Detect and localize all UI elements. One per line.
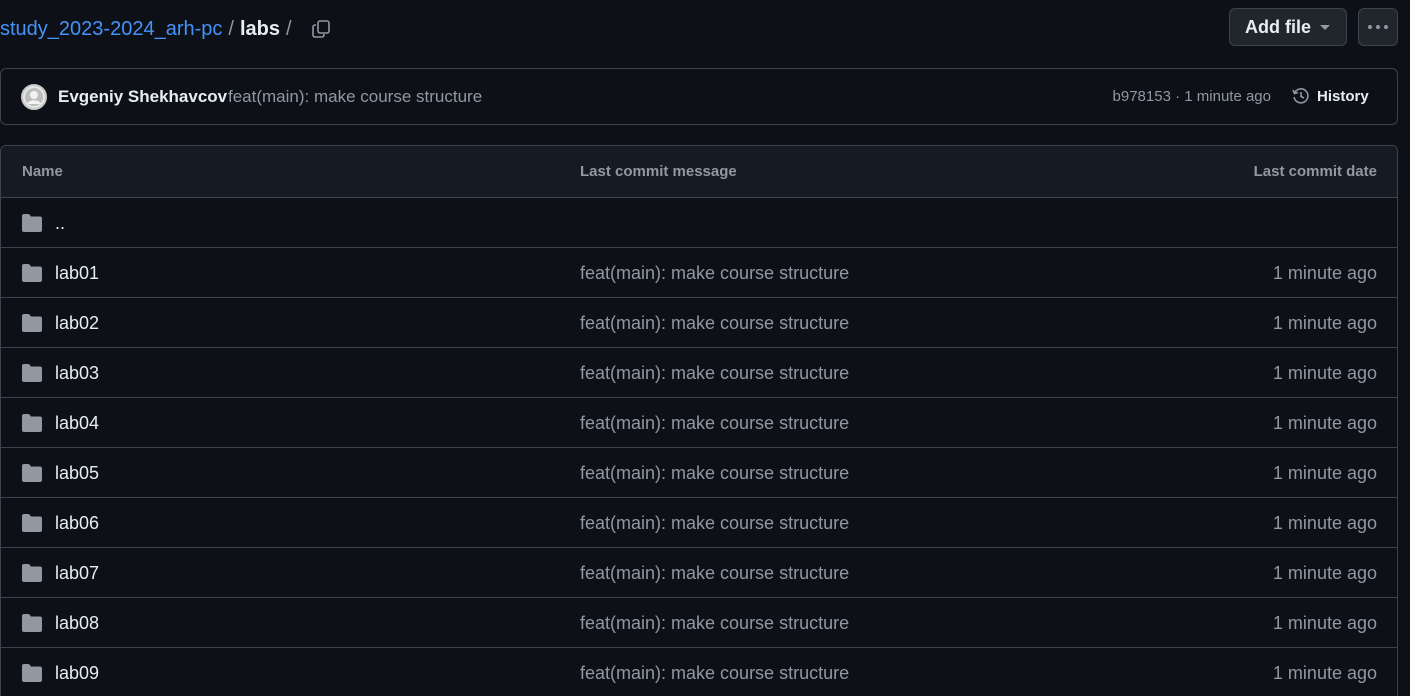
copy-icon [312, 20, 330, 38]
chevron-down-icon [1320, 25, 1330, 30]
commit-meta-dot: · [1175, 88, 1181, 105]
directory-header: study_2023-2024_arh-pc / labs / Add file [0, 6, 1398, 52]
folder-name-link[interactable]: lab08 [55, 611, 99, 635]
parent-directory-link[interactable]: .. [55, 211, 65, 235]
table-row[interactable]: lab04 feat(main): make course structure … [1, 398, 1397, 448]
repo-directory-page: study_2023-2024_arh-pc / labs / Add file [0, 0, 1410, 696]
folder-icon [22, 564, 42, 582]
table-row[interactable]: lab03 feat(main): make course structure … [1, 348, 1397, 398]
row-commit-message[interactable]: feat(main): make course structure [580, 311, 849, 335]
history-label: History [1317, 87, 1369, 105]
copy-path-button[interactable] [306, 14, 336, 44]
github-avatar-icon [25, 88, 43, 106]
row-commit-message[interactable]: feat(main): make course structure [580, 261, 849, 285]
add-file-label: Add file [1245, 16, 1311, 37]
folder-icon [22, 664, 42, 682]
latest-commit-bar: Evgeniy Shekhavcov feat(main): make cour… [0, 68, 1398, 125]
kebab-horizontal-icon [1368, 25, 1388, 29]
commit-sha[interactable]: b978153 [1113, 88, 1171, 105]
file-rows: lab01 feat(main): make course structure … [1, 248, 1397, 696]
row-commit-message[interactable]: feat(main): make course structure [580, 561, 849, 585]
column-header-message: Last commit message [580, 163, 737, 180]
folder-icon [22, 514, 42, 532]
row-commit-date: 1 minute ago [1272, 663, 1377, 683]
parent-directory-row[interactable]: .. [1, 198, 1397, 248]
row-commit-message[interactable]: feat(main): make course structure [580, 461, 849, 485]
add-file-button[interactable]: Add file [1229, 8, 1347, 46]
row-commit-date: 1 minute ago [1272, 463, 1377, 483]
avatar[interactable] [21, 84, 47, 110]
row-commit-message[interactable]: feat(main): make course structure [580, 611, 849, 635]
folder-name-link[interactable]: lab09 [55, 661, 99, 685]
history-icon [1292, 88, 1309, 104]
table-row[interactable]: lab06 feat(main): make course structure … [1, 498, 1397, 548]
table-row[interactable]: lab09 feat(main): make course structure … [1, 648, 1397, 696]
table-row[interactable]: lab07 feat(main): make course structure … [1, 548, 1397, 598]
row-commit-date: 1 minute ago [1272, 513, 1377, 533]
folder-icon [22, 364, 42, 382]
table-row[interactable]: lab01 feat(main): make course structure … [1, 248, 1397, 298]
folder-icon [22, 264, 42, 282]
history-button[interactable]: History [1291, 86, 1369, 106]
table-row[interactable]: lab02 feat(main): make course structure … [1, 298, 1397, 348]
folder-icon [22, 314, 42, 332]
file-table-header: Name Last commit message Last commit dat… [1, 146, 1397, 198]
row-commit-date: 1 minute ago [1272, 313, 1377, 333]
folder-icon [22, 414, 42, 432]
commit-message[interactable]: feat(main): make course structure [228, 86, 482, 108]
row-commit-date: 1 minute ago [1272, 563, 1377, 583]
row-commit-message[interactable]: feat(main): make course structure [580, 411, 849, 435]
row-commit-date: 1 minute ago [1272, 613, 1377, 633]
breadcrumb-current: labs [239, 18, 280, 40]
column-header-name: Name [22, 163, 63, 180]
commit-author[interactable]: Evgeniy Shekhavcov [58, 86, 227, 108]
breadcrumb: study_2023-2024_arh-pc / labs / [0, 16, 298, 42]
commit-meta: b978153 · 1 minute ago [1113, 87, 1271, 107]
folder-icon [22, 614, 42, 632]
row-commit-date: 1 minute ago [1272, 363, 1377, 383]
folder-name-link[interactable]: lab06 [55, 511, 99, 535]
breadcrumb-separator: / [228, 18, 234, 40]
folder-name-link[interactable]: lab07 [55, 561, 99, 585]
folder-name-link[interactable]: lab03 [55, 361, 99, 385]
folder-name-link[interactable]: lab05 [55, 461, 99, 485]
folder-icon [22, 464, 42, 482]
table-row[interactable]: lab05 feat(main): make course structure … [1, 448, 1397, 498]
row-commit-message[interactable]: feat(main): make course structure [580, 511, 849, 535]
folder-name-link[interactable]: lab02 [55, 311, 99, 335]
column-header-date: Last commit date [1253, 163, 1377, 180]
breadcrumb-trailing-separator: / [285, 18, 292, 40]
table-row[interactable]: lab08 feat(main): make course structure … [1, 598, 1397, 648]
file-table: Name Last commit message Last commit dat… [0, 145, 1398, 696]
row-commit-date: 1 minute ago [1272, 263, 1377, 283]
row-commit-date: 1 minute ago [1272, 413, 1377, 433]
breadcrumb-repo-link[interactable]: study_2023-2024_arh-pc [0, 16, 222, 42]
commit-time: 1 minute ago [1184, 88, 1271, 105]
folder-name-link[interactable]: lab01 [55, 261, 99, 285]
folder-name-link[interactable]: lab04 [55, 411, 99, 435]
row-commit-message[interactable]: feat(main): make course structure [580, 361, 849, 385]
row-commit-message[interactable]: feat(main): make course structure [580, 661, 849, 685]
more-options-button[interactable] [1358, 8, 1398, 46]
folder-icon [22, 214, 42, 232]
